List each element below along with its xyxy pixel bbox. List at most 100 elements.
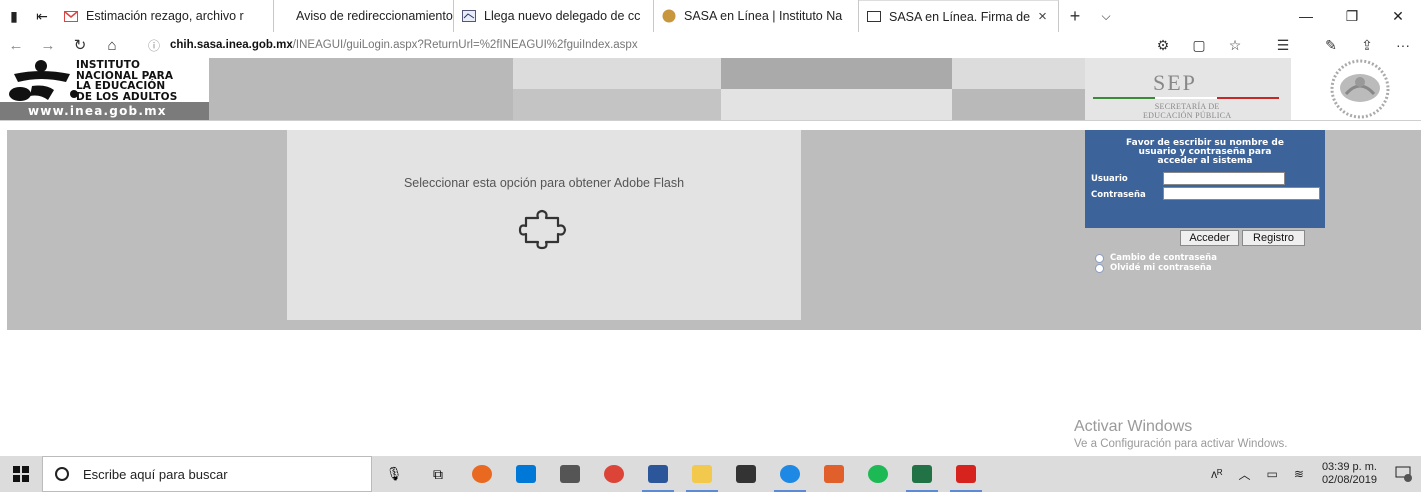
login-panel: Favor de escribir su nombre de usuario y… bbox=[1085, 130, 1325, 228]
favorite-star-icon[interactable]: ☆ bbox=[1217, 37, 1253, 54]
web-page: INSTITUTO NACIONAL PARA LA EDUCACIÓN DE … bbox=[0, 58, 1421, 456]
register-button[interactable]: Registro bbox=[1242, 230, 1305, 246]
microphone-icon[interactable]: 🎙 bbox=[372, 456, 416, 492]
header-block bbox=[721, 58, 952, 89]
spotify-icon[interactable] bbox=[856, 456, 900, 492]
set-aside-tabs-icon[interactable]: ⇤ bbox=[28, 0, 56, 32]
clock-time: 03:39 p. m. bbox=[1321, 461, 1377, 473]
mail-icon[interactable] bbox=[724, 456, 768, 492]
sasa-icon bbox=[662, 9, 676, 23]
edge-icon[interactable] bbox=[768, 456, 812, 492]
watermark-title: Activar Windows bbox=[1074, 418, 1193, 435]
header-divider bbox=[0, 120, 1421, 121]
notification-icon bbox=[1395, 466, 1412, 482]
mail-logo bbox=[736, 465, 756, 483]
coat-of-arms-icon bbox=[1330, 59, 1390, 119]
task-view-icon[interactable]: ⧉ bbox=[416, 456, 460, 492]
activation-watermark: Activar Windows Ve a Configuración para … bbox=[1074, 418, 1288, 450]
inea-url: www.inea.gob.mx bbox=[0, 102, 209, 120]
inea-line: LA EDUCACIÓN bbox=[76, 80, 166, 92]
store-icon[interactable] bbox=[504, 456, 548, 492]
tab-sasa-firma[interactable]: SASA en Línea. Firma de × bbox=[859, 0, 1059, 32]
clock-date: 02/08/2019 bbox=[1321, 474, 1377, 486]
navigation-bar: ← → ↻ ⌂ ⓘ chih.sasa.inea.gob.mx /INEAGUI… bbox=[0, 32, 1421, 58]
windows-icon bbox=[13, 466, 29, 482]
system-tray: ʌᴿ ︿ ▭ ≋ 03:39 p. m. 02/08/2019 bbox=[1203, 456, 1421, 492]
address-bar[interactable]: ⓘ chih.sasa.inea.gob.mx /INEAGUI/guiLogi… bbox=[148, 37, 1028, 54]
calculator-logo bbox=[560, 465, 580, 483]
acrobat-logo bbox=[956, 465, 976, 483]
tab-redirect[interactable]: Aviso de redireccionamiento bbox=[274, 0, 454, 32]
chrome-icon[interactable] bbox=[592, 456, 636, 492]
flash-text: Seleccionar esta opción para obtener Ado… bbox=[403, 176, 685, 190]
cortana-icon bbox=[55, 467, 69, 481]
bullet-icon bbox=[1095, 253, 1104, 263]
tab-sasa[interactable]: SASA en Línea | Instituto Na bbox=[654, 0, 859, 32]
share-icon[interactable]: ⇪ bbox=[1349, 37, 1385, 54]
people-icon[interactable]: ʌᴿ bbox=[1211, 467, 1222, 481]
tab-news[interactable]: Llega nuevo delegado de cc bbox=[454, 0, 654, 32]
password-label: Contraseña bbox=[1091, 190, 1146, 200]
sep-flag-bar bbox=[1093, 97, 1279, 99]
search-placeholder: Escribe aquí para buscar bbox=[83, 466, 228, 482]
toolbar-right: ⚙ ▢ ☆ ☰ ✎ ⇪ ··· bbox=[1145, 37, 1421, 54]
url-path: /INEAGUI/guiLogin.aspx?ReturnUrl=%2fINEA… bbox=[292, 39, 638, 51]
taskbar-search[interactable]: Escribe aquí para buscar bbox=[42, 456, 372, 492]
header-block bbox=[721, 89, 952, 120]
start-button[interactable] bbox=[0, 456, 42, 492]
media-app-icon[interactable] bbox=[812, 456, 856, 492]
tab-title: SASA en Línea. Firma de bbox=[889, 9, 1031, 24]
minimize-button[interactable]: — bbox=[1283, 0, 1329, 32]
user-input[interactable] bbox=[1163, 172, 1285, 185]
flash-placeholder[interactable]: Seleccionar esta opción para obtener Ado… bbox=[287, 130, 801, 320]
clock[interactable]: 03:39 p. m. 02/08/2019 bbox=[1322, 461, 1377, 487]
favorites-hub-icon[interactable]: ☰ bbox=[1253, 37, 1313, 54]
header-block bbox=[513, 89, 721, 120]
inea-line: DE LOS ADULTOS bbox=[76, 90, 178, 103]
forgot-password-link[interactable]: Olvidé mi contraseña bbox=[1095, 263, 1212, 273]
password-input[interactable] bbox=[1163, 187, 1320, 200]
access-button[interactable]: Acceder bbox=[1180, 230, 1239, 246]
explorer-logo bbox=[692, 465, 712, 483]
sep-title: SEP bbox=[1153, 70, 1197, 95]
close-window-button[interactable]: ✕ bbox=[1375, 0, 1421, 32]
header-block bbox=[952, 58, 1085, 89]
more-icon[interactable]: ··· bbox=[1385, 37, 1421, 54]
word-icon[interactable] bbox=[636, 456, 680, 492]
tab-preview-icon[interactable]: ⌵ bbox=[1091, 9, 1121, 24]
action-center-icon[interactable] bbox=[1387, 456, 1421, 492]
tab-title: SASA en Línea | Instituto Na bbox=[684, 9, 843, 23]
tab-gmail[interactable]: Estimación rezago, archivo r bbox=[56, 0, 274, 32]
watermark-subtitle: Ve a Configuración para activar Windows. bbox=[1074, 438, 1288, 450]
change-password-link[interactable]: Cambio de contraseña bbox=[1095, 253, 1217, 263]
firefox-icon[interactable] bbox=[460, 456, 504, 492]
inea-logo[interactable]: INSTITUTO NACIONAL PARA LA EDUCACIÓN DE … bbox=[0, 58, 209, 120]
refresh-icon[interactable]: ↻ bbox=[64, 36, 96, 54]
network-icon[interactable]: ≋ bbox=[1294, 467, 1304, 481]
site-info-icon[interactable]: ⓘ bbox=[148, 37, 160, 54]
web-notes-icon[interactable]: ✎ bbox=[1313, 37, 1349, 54]
calculator-icon[interactable] bbox=[548, 456, 592, 492]
new-tab-button[interactable]: + bbox=[1059, 6, 1091, 27]
user-label: Usuario bbox=[1091, 174, 1128, 184]
close-tab-icon[interactable]: × bbox=[1038, 8, 1047, 25]
microphone-glyph: 🎙 bbox=[385, 466, 403, 481]
forward-icon[interactable]: → bbox=[32, 37, 64, 54]
back-icon[interactable]: ← bbox=[0, 37, 32, 54]
home-icon[interactable]: ⌂ bbox=[96, 37, 128, 54]
reading-view-icon[interactable]: ▢ bbox=[1181, 37, 1217, 54]
excel-logo bbox=[912, 465, 932, 483]
bullet-icon bbox=[1095, 263, 1104, 273]
maximize-button[interactable]: ❐ bbox=[1329, 0, 1375, 32]
battery-icon[interactable]: ▭ bbox=[1267, 467, 1278, 481]
edge-logo bbox=[780, 465, 800, 483]
extensions-icon[interactable]: ⚙ bbox=[1145, 37, 1181, 54]
show-hidden-icons-icon[interactable]: ︿ bbox=[1239, 466, 1251, 483]
acrobat-icon[interactable] bbox=[944, 456, 988, 492]
tab-actions-icon[interactable]: ▮ bbox=[0, 0, 28, 32]
file-explorer-icon[interactable] bbox=[680, 456, 724, 492]
excel-icon[interactable] bbox=[900, 456, 944, 492]
sep-logo[interactable]: SEP SECRETARÍA DE EDUCACIÓN PÚBLICA bbox=[1085, 58, 1291, 120]
tab-bar: ▮ ⇤ Estimación rezago, archivo r Aviso d… bbox=[0, 0, 1421, 32]
login-title: Favor de escribir su nombre de usuario y… bbox=[1085, 139, 1325, 166]
